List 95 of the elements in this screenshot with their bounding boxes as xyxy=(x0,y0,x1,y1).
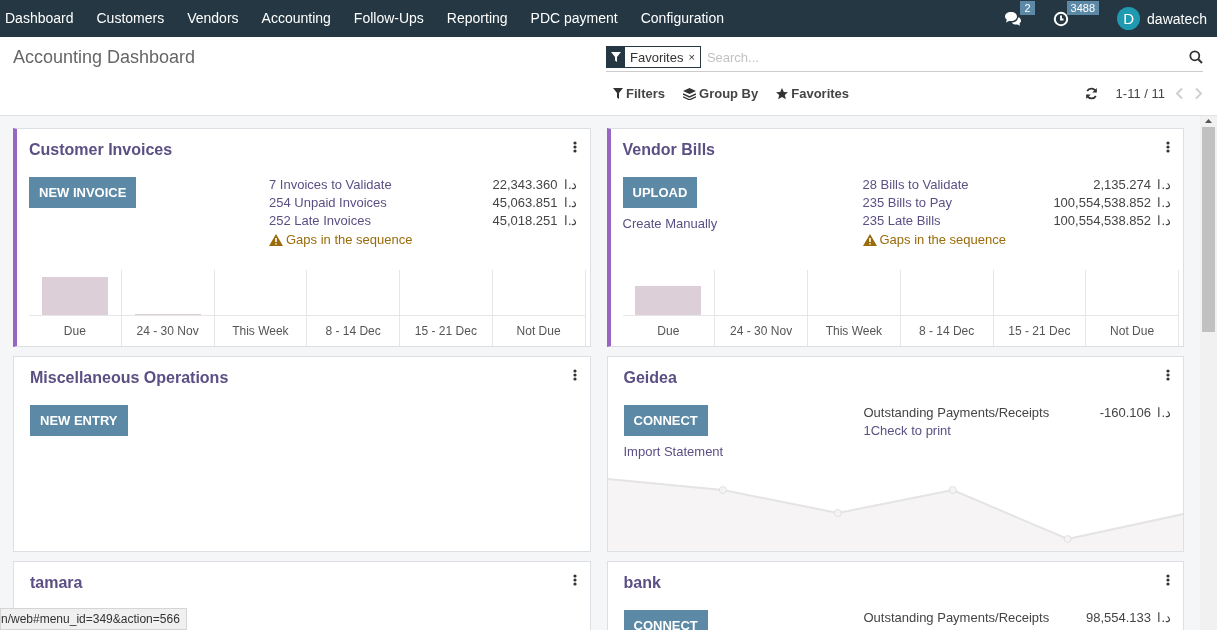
stat-amount: 2,135.274 xyxy=(1093,177,1151,192)
chart-label: Due xyxy=(62,323,87,338)
menu-item[interactable]: Customers xyxy=(85,0,176,37)
chart-label: 24 - 30 Nov xyxy=(729,323,794,338)
activity-count-badge: 3488 xyxy=(1066,0,1100,15)
stat-link[interactable]: 235 Late Bills xyxy=(862,213,1054,228)
journal-title[interactable]: Geidea xyxy=(623,369,677,387)
refresh-icon[interactable] xyxy=(1084,87,1098,100)
stat-link[interactable]: 254 Unpaid Invoices xyxy=(269,195,493,210)
currency-symbol: د.ا xyxy=(1156,610,1171,625)
currency-symbol: د.ا xyxy=(1156,177,1171,192)
stat-amount: 100,554,538.852 xyxy=(1053,213,1151,228)
currency-symbol: د.ا xyxy=(562,177,578,192)
stat-link[interactable]: 1Check to print xyxy=(863,423,1171,438)
chart-label: Not Due xyxy=(1109,323,1156,338)
primary-action-button[interactable]: CONNECT xyxy=(623,610,708,630)
chart-label: 24 - 30 Nov xyxy=(135,323,200,338)
graph-point xyxy=(948,486,957,494)
filter-icon xyxy=(607,47,625,67)
kebab-menu-icon[interactable] xyxy=(1166,574,1170,586)
chart-bar xyxy=(635,286,702,315)
stat-amount: 45,063.851 xyxy=(492,195,558,210)
currency-symbol: د.ا xyxy=(562,195,578,210)
warning-link[interactable]: Gaps in the sequence xyxy=(269,232,578,247)
stat-link[interactable]: 7 Invoices to Validate xyxy=(269,177,493,192)
status-url-tooltip: n/web#menu_id=349&action=566 xyxy=(0,608,187,630)
warning-link[interactable]: Gaps in the sequence xyxy=(862,232,1171,247)
kebab-menu-icon[interactable] xyxy=(1166,141,1170,153)
menu-item[interactable]: PDC payment xyxy=(519,0,630,37)
kebab-menu-icon[interactable] xyxy=(1166,369,1170,381)
menu-item[interactable]: Reporting xyxy=(435,0,520,37)
chart-label: Due xyxy=(656,323,681,338)
stat-link[interactable]: 28 Bills to Validate xyxy=(862,177,1094,192)
chat-bubbles-icon[interactable] xyxy=(1004,10,1023,27)
chart-label: This Week xyxy=(231,323,290,338)
menu-item[interactable]: Configuration xyxy=(629,0,736,37)
menu-item[interactable]: Follow-Ups xyxy=(342,0,436,37)
chart-bar xyxy=(41,277,108,315)
stat-amount: 98,554.133 xyxy=(1085,610,1151,625)
clock-icon[interactable] xyxy=(1052,10,1069,27)
primary-action-button[interactable]: NEW INVOICE xyxy=(29,177,137,208)
secondary-action-link[interactable]: Import Statement xyxy=(623,444,724,459)
stat-label: Outstanding Payments/Receipts xyxy=(863,405,1051,420)
primary-action-button[interactable]: UPLOAD xyxy=(622,177,698,208)
chart-label: 15 - 21 Dec xyxy=(413,323,478,338)
stat-link[interactable]: 235 Bills to Pay xyxy=(862,195,1054,210)
warning-icon xyxy=(269,233,283,246)
chart-label: 8 - 14 Dec xyxy=(917,323,976,338)
journal-title[interactable]: Customer Invoices xyxy=(29,141,173,159)
kebab-menu-icon[interactable] xyxy=(572,141,577,153)
journal-title[interactable]: Miscellaneous Operations xyxy=(30,369,229,387)
graph-point xyxy=(1063,535,1072,543)
graph-point xyxy=(833,509,842,517)
secondary-action-link[interactable]: Create Manually xyxy=(622,216,718,231)
scrollbar-drawing[interactable] xyxy=(1200,116,1217,630)
stat-label: Outstanding Payments/Receipts xyxy=(863,610,1051,625)
journal-title[interactable]: bank xyxy=(623,574,661,592)
filter-icon xyxy=(613,88,623,99)
pager-value[interactable]: 1-11 / 11 xyxy=(1115,86,1165,101)
menu-item[interactable]: Accounting xyxy=(250,0,343,37)
star-dropdown-button[interactable]: Favorites xyxy=(769,84,857,103)
journal-title[interactable]: tamara xyxy=(30,574,83,592)
chart-label: Not Due xyxy=(515,323,562,338)
warning-icon xyxy=(862,233,877,246)
currency-symbol: د.ا xyxy=(1156,213,1171,228)
graph-point xyxy=(718,486,727,494)
search-field[interactable]: Favorites × Search... xyxy=(606,44,1203,72)
kebab-menu-icon[interactable] xyxy=(572,369,577,381)
journal-title[interactable]: Vendor Bills xyxy=(622,141,715,159)
chart-label: This Week xyxy=(824,323,884,338)
stat-amount: -160.106 xyxy=(1099,405,1151,420)
stat-amount: 45,018.251 xyxy=(492,213,558,228)
user-name[interactable]: dawatech xyxy=(1147,10,1207,27)
search-facet[interactable]: Favorites × xyxy=(606,46,701,68)
menu-item[interactable]: Dashboard xyxy=(0,0,85,37)
group-dropdown-button[interactable]: Group By xyxy=(676,84,766,103)
layers-icon xyxy=(683,87,696,100)
chart-label: 15 - 21 Dec xyxy=(1007,323,1072,338)
primary-action-button[interactable]: CONNECT xyxy=(623,405,708,436)
stat-amount: 100,554,538.852 xyxy=(1053,195,1151,210)
chart-label: 8 - 14 Dec xyxy=(324,323,382,338)
stat-link[interactable]: 252 Late Invoices xyxy=(269,213,493,228)
page-title: Accounting Dashboard xyxy=(13,47,196,67)
currency-symbol: د.ا xyxy=(1156,195,1171,210)
currency-symbol: د.ا xyxy=(1156,405,1171,420)
primary-action-button[interactable]: NEW ENTRY xyxy=(30,405,128,436)
search-icon[interactable] xyxy=(1189,50,1203,64)
stat-amount: 22,343.360 xyxy=(492,177,558,192)
currency-symbol: د.ا xyxy=(562,213,578,228)
filter-dropdown-button[interactable]: Filters xyxy=(606,84,672,103)
star-icon xyxy=(776,87,789,100)
menu-item[interactable]: Vendors xyxy=(175,0,251,37)
kebab-menu-icon[interactable] xyxy=(572,574,577,586)
message-count-badge: 2 xyxy=(1020,0,1035,15)
remove-facet-button[interactable]: × xyxy=(688,51,700,63)
